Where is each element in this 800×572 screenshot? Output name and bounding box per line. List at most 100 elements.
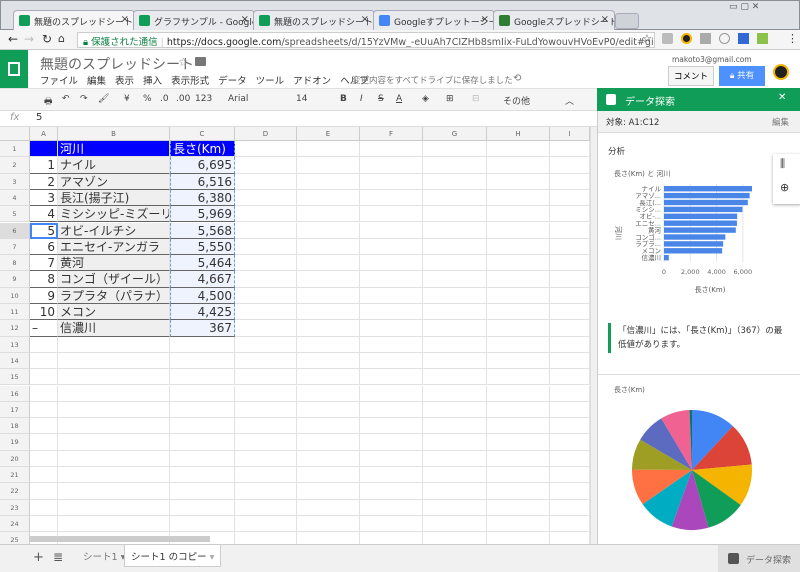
cell[interactable] [550,320,590,337]
cell[interactable] [297,304,360,321]
cell[interactable] [360,401,423,419]
cell[interactable]: ナイル [58,157,170,174]
save-status[interactable]: 変更内容をすべてドライブに保存しました [352,74,513,86]
cell[interactable] [423,189,487,207]
cell[interactable] [550,418,590,435]
browser-tab[interactable]: 無題のスプレッドシート - Go× [253,10,375,31]
star-icon[interactable]: ☆ [178,55,189,69]
row-header[interactable]: 13 [0,336,30,353]
column-header[interactable]: C [170,127,235,141]
cell[interactable] [423,532,487,544]
cell[interactable] [235,499,297,516]
cell[interactable] [297,238,360,256]
cell[interactable] [235,418,297,435]
cell[interactable]: アマゾン [58,173,170,190]
cell[interactable] [170,434,235,451]
merge-icon[interactable]: ⊟ [472,94,480,104]
extension-icons[interactable] [662,33,782,47]
vertical-scrollbar[interactable] [590,127,597,544]
cell[interactable] [235,222,297,239]
cell[interactable] [235,271,297,288]
decrease-decimal-button[interactable]: .0 [160,94,169,104]
bar[interactable] [664,192,750,199]
cell[interactable]: 6,516 [170,173,235,190]
cell[interactable] [487,515,550,533]
row-header[interactable]: 11 [0,304,30,321]
cell[interactable] [423,499,487,516]
cell[interactable]: 6,380 [170,189,235,207]
explore-edit-link[interactable]: 編集 [772,116,789,128]
bar[interactable] [664,248,723,254]
cell[interactable] [360,418,423,435]
insert-chart-icon[interactable]: ⫼ [780,157,785,171]
cell[interactable] [487,467,550,484]
cell[interactable] [297,173,360,190]
cell[interactable] [235,401,297,419]
cell[interactable] [235,483,297,500]
sheet-tab-active[interactable]: シート1 のコピー ▾ [124,545,222,567]
number-format-dropdown[interactable]: 123 [195,94,212,104]
row-header[interactable]: 12 [0,320,30,337]
font-dropdown[interactable]: Arial [228,94,278,104]
text-color-button[interactable]: A [396,94,402,104]
cell[interactable]: 5,969 [170,206,235,223]
cell[interactable] [487,206,550,223]
cell[interactable] [550,189,590,207]
cell[interactable] [235,369,297,386]
cell[interactable] [360,287,423,304]
strikethrough-button[interactable]: S [378,94,384,104]
cell[interactable] [360,515,423,533]
cell[interactable]: 4,425 [170,304,235,321]
cell[interactable] [423,157,487,174]
cell[interactable] [297,320,360,337]
bar[interactable] [664,227,736,233]
cell[interactable] [360,271,423,288]
cell[interactable] [235,141,297,158]
cell[interactable] [297,157,360,174]
cell[interactable]: 10 [30,304,58,321]
cell[interactable] [550,157,590,174]
row-header[interactable]: 1 [0,141,30,158]
cell[interactable] [360,304,423,321]
cell[interactable] [487,287,550,304]
bookmark-star-icon[interactable]: ☆ [642,32,652,45]
new-tab-button[interactable] [615,13,639,29]
cell[interactable]: コンゴ（ザイール） [58,271,170,288]
cell[interactable] [423,336,487,353]
cell[interactable]: 1 [30,157,58,174]
cell[interactable] [235,385,297,402]
add-sheet-icon[interactable]: + [33,550,44,565]
cell[interactable] [30,369,58,386]
cell[interactable] [550,336,590,353]
paint-format-icon[interactable]: 🖌︎ [98,94,109,104]
cell[interactable] [423,401,487,419]
cell[interactable] [297,189,360,207]
cell[interactable] [550,385,590,402]
cell[interactable] [423,255,487,272]
cell[interactable] [550,401,590,419]
cell[interactable] [423,450,487,467]
cell[interactable] [423,515,487,533]
row-header[interactable]: 9 [0,271,30,288]
row-header[interactable]: 19 [0,434,30,451]
row-header[interactable]: 20 [0,450,30,467]
close-tab-icon[interactable]: × [601,14,609,25]
cell[interactable] [30,141,58,158]
cell[interactable] [30,499,58,516]
cell[interactable] [30,336,58,353]
cell[interactable]: 4,500 [170,287,235,304]
cell[interactable] [297,222,360,239]
cell[interactable]: エニセイ-アンガラ [58,238,170,256]
cell[interactable] [30,434,58,451]
cell[interactable]: 5,550 [170,238,235,256]
cell[interactable] [487,418,550,435]
row-header[interactable]: 18 [0,418,30,435]
cell[interactable] [550,434,590,451]
borders-icon[interactable]: ⊞ [446,94,454,104]
doc-title[interactable]: 無題のスプレッドシート [40,54,194,74]
cell[interactable] [297,206,360,223]
percent-button[interactable]: % [143,94,152,104]
cell[interactable] [423,271,487,288]
cell[interactable] [235,255,297,272]
redo-icon[interactable]: ↷ [80,94,88,104]
